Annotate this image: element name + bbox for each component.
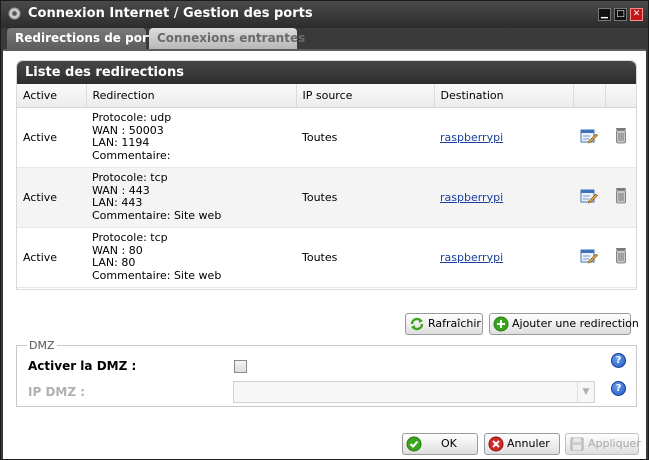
window-title: Connexion Internet / Gestion des ports xyxy=(28,6,313,21)
redirection-lan: LAN: 80 xyxy=(92,256,136,269)
table-row[interactable]: Active Protocole: tcp WAN : 443 LAN: 443… xyxy=(17,167,636,228)
trash-icon[interactable] xyxy=(614,247,628,264)
dmz-fieldset: DMZ Activer la DMZ : ? IP DMZ : ▼ ? xyxy=(16,339,637,407)
ip-dmz-label: IP DMZ : xyxy=(28,385,86,399)
destination-link[interactable]: raspberrypi xyxy=(440,251,503,264)
tab-port-redirections[interactable]: Redirections de ports xyxy=(7,28,161,49)
dmz-legend: DMZ xyxy=(27,339,57,352)
save-icon xyxy=(570,437,584,451)
cancel-label: Annuler xyxy=(507,437,550,450)
redirection-protocol: Protocole: udp xyxy=(92,111,172,124)
column-header-ip-source[interactable]: IP source xyxy=(296,84,435,108)
ok-button[interactable]: OK xyxy=(402,433,478,455)
enable-dmz-checkbox[interactable] xyxy=(234,360,247,373)
tab-content: Liste des redirections Active Redirectio… xyxy=(3,49,646,459)
redirection-comment: Commentaire: Site web xyxy=(92,268,222,282)
dialog-window: Connexion Internet / Gestion des ports ▁… xyxy=(0,0,649,460)
edit-icon[interactable] xyxy=(580,128,598,144)
cell-ip-source: Toutes xyxy=(296,227,434,288)
redirection-comment: Commentaire: xyxy=(92,148,171,162)
edit-icon[interactable] xyxy=(580,188,598,204)
trash-icon[interactable] xyxy=(614,187,628,204)
add-redirection-button[interactable]: Ajouter une redirection xyxy=(489,313,639,335)
cell-ip-source: Toutes xyxy=(296,107,434,168)
ok-label: OK xyxy=(441,437,457,450)
cancel-button[interactable]: Annuler xyxy=(484,433,560,455)
column-header-active[interactable]: Active xyxy=(17,84,87,108)
cell-redirection: Protocole: udp WAN : 50003 LAN: 1194 Com… xyxy=(86,107,296,168)
add-icon xyxy=(493,316,509,332)
minimize-button[interactable]: ▁ xyxy=(598,8,611,21)
gear-icon xyxy=(8,7,21,20)
cell-active: Active xyxy=(17,107,86,168)
redirection-protocol: Protocole: tcp xyxy=(92,231,168,244)
cell-redirection: Protocole: tcp WAN : 80 LAN: 80 Commenta… xyxy=(86,227,296,288)
enable-dmz-label: Activer la DMZ : xyxy=(28,359,137,373)
cell-redirection: Protocole: tcp WAN : 443 LAN: 443 Commen… xyxy=(86,167,296,228)
apply-label: Appliquer xyxy=(588,437,641,450)
panel-title: Liste des redirections xyxy=(17,61,636,84)
cancel-icon xyxy=(488,436,504,452)
tab-incoming-connections[interactable]: Connexions entrantes xyxy=(149,28,305,49)
edit-icon[interactable] xyxy=(580,248,598,264)
refresh-icon xyxy=(410,317,424,331)
check-icon xyxy=(406,436,422,452)
help-icon[interactable]: ? xyxy=(611,381,626,396)
redirection-lan: LAN: 1194 xyxy=(92,136,150,149)
help-icon[interactable]: ? xyxy=(611,353,626,368)
cell-active: Active xyxy=(17,167,86,228)
table-row[interactable]: Active Protocole: udp WAN : 50003 LAN: 1… xyxy=(17,107,636,168)
trash-icon[interactable] xyxy=(614,127,628,144)
table-row[interactable]: Active Protocole: tcp WAN : 80 LAN: 80 C… xyxy=(17,227,636,288)
destination-link[interactable]: raspberrypi xyxy=(440,131,503,144)
maximize-button[interactable]: □ xyxy=(614,8,627,21)
destination-link[interactable]: raspberrypi xyxy=(440,191,503,204)
column-header-destination[interactable]: Destination xyxy=(434,84,574,108)
cell-active: Active xyxy=(17,227,86,288)
title-bar[interactable]: Connexion Internet / Gestion des ports ▁… xyxy=(1,1,648,28)
add-redirection-label: Ajouter une redirection xyxy=(512,317,639,330)
chevron-down-icon: ▼ xyxy=(577,382,594,402)
close-button[interactable]: ✕ xyxy=(630,8,643,21)
ip-dmz-select[interactable]: ▼ xyxy=(233,381,595,403)
column-header-edit xyxy=(573,84,606,108)
redirection-protocol: Protocole: tcp xyxy=(92,171,168,184)
redirection-lan: LAN: 443 xyxy=(92,196,143,209)
column-header-delete xyxy=(605,84,637,108)
redirections-table: Active Redirection IP source Destination… xyxy=(17,84,637,288)
refresh-label: Rafraîchir xyxy=(428,317,481,330)
refresh-button[interactable]: Rafraîchir xyxy=(405,313,483,335)
redirection-comment: Commentaire: Site web xyxy=(92,208,222,222)
column-header-redirection[interactable]: Redirection xyxy=(86,84,297,108)
cell-ip-source: Toutes xyxy=(296,167,434,228)
table-header-row: Active Redirection IP source Destination xyxy=(17,84,637,108)
apply-button[interactable]: Appliquer xyxy=(565,433,641,455)
redirections-panel: Liste des redirections Active Redirectio… xyxy=(16,60,637,290)
